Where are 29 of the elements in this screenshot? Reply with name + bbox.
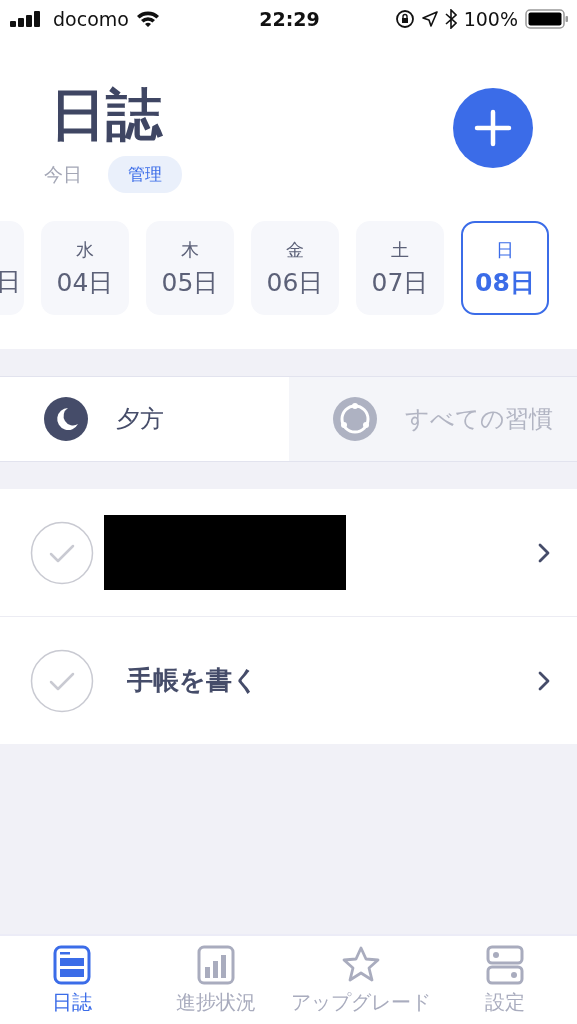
day-card[interactable]: 水 04日 (41, 221, 129, 315)
day-card[interactable]: 土 07日 (356, 221, 444, 315)
battery-percent: 100% (463, 8, 518, 30)
chevron-right-icon[interactable] (537, 669, 551, 692)
manage-button[interactable]: 管理 (108, 156, 182, 193)
page-title: 日誌 (50, 82, 164, 148)
chevron-right-icon[interactable] (537, 541, 551, 564)
ring-icon (332, 397, 377, 441)
today-label: 今日 (44, 161, 82, 187)
carrier-name: docomo (53, 8, 129, 30)
day-card[interactable]: 木 05日 (146, 221, 234, 315)
check-circle[interactable] (30, 520, 94, 585)
rotation-lock-icon (394, 9, 415, 29)
journal-icon (53, 944, 92, 985)
battery-icon (525, 9, 569, 29)
bar-chart-icon (197, 944, 236, 985)
habit-name: 手帳を書く (127, 664, 259, 697)
day-card[interactable]: 金 06日 (251, 221, 339, 315)
bluetooth-icon (444, 9, 457, 29)
moon-icon (44, 397, 88, 441)
wifi-icon (135, 10, 160, 28)
status-time: 22:29 (259, 8, 320, 30)
location-icon (421, 11, 438, 27)
settings-icon (485, 944, 524, 985)
segment-tab[interactable]: 夕方 (0, 377, 289, 461)
plus-icon (473, 108, 513, 148)
day-card[interactable]: 日 (0, 221, 24, 315)
day-card[interactable]: 日 08日 (461, 221, 549, 315)
check-circle[interactable] (30, 648, 94, 713)
